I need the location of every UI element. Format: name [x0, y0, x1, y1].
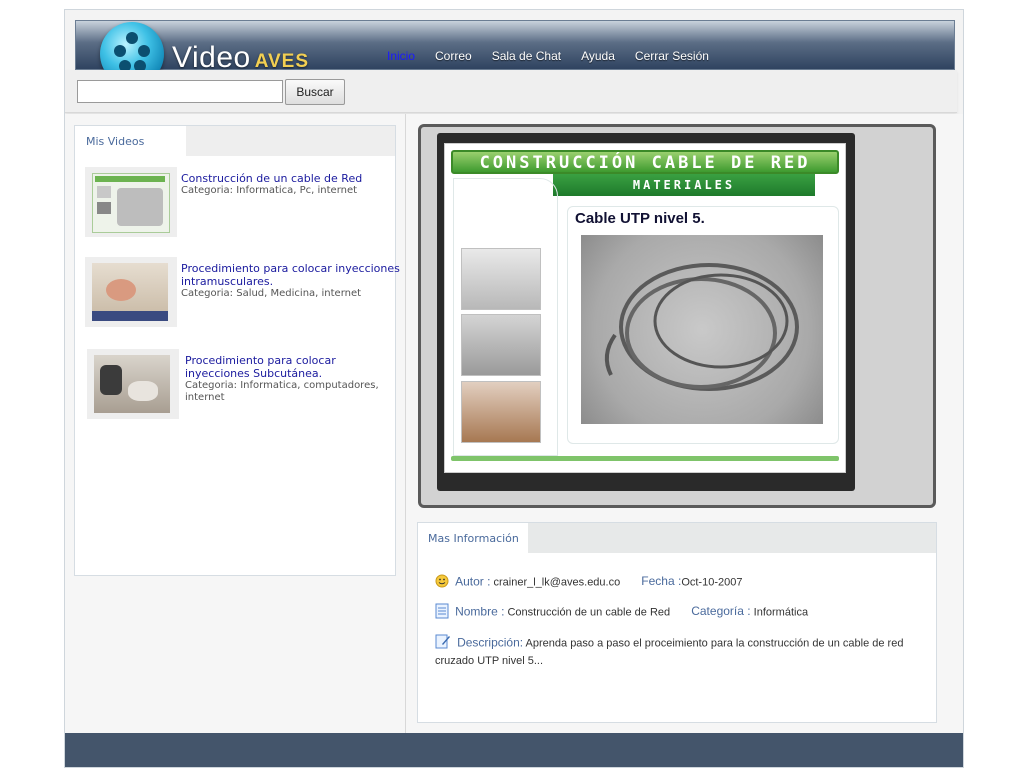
- page-container: Video AVES Inicio Correo Sala de Chat Ayu…: [64, 9, 964, 768]
- nav-ayuda[interactable]: Ayuda: [581, 49, 615, 63]
- video-screen[interactable]: CONSTRUCCIÓN CABLE DE RED MATERIALES Cab…: [437, 133, 855, 491]
- edit-document-icon: [435, 633, 451, 654]
- document-icon: [435, 603, 449, 622]
- left-column: Mis Videos Construcción de un cable de R…: [65, 114, 406, 734]
- video-thumbnail[interactable]: [85, 167, 177, 237]
- rj45-connector-image: [461, 248, 541, 310]
- video-title[interactable]: Construcción de un cable de Red: [181, 172, 391, 185]
- video-thumbnail[interactable]: [87, 349, 179, 419]
- logo-sub: AVES: [254, 51, 310, 72]
- tab-more-info[interactable]: Mas Información: [418, 523, 528, 554]
- video-title[interactable]: Procedimiento para colocar inyecciones i…: [181, 262, 403, 288]
- video-category: Categoria: Informatica, computadores, in…: [185, 380, 379, 403]
- slide-subtitle: MATERIALES: [553, 174, 815, 196]
- my-videos-panel: Mis Videos Construcción de un cable de R…: [74, 125, 400, 576]
- tab-my-videos[interactable]: Mis Videos: [75, 126, 186, 157]
- search-button[interactable]: Buscar: [285, 79, 345, 105]
- nav-correo[interactable]: Correo: [435, 49, 472, 63]
- search-input[interactable]: [77, 80, 283, 103]
- name-label: Nombre :: [455, 604, 505, 619]
- nav-sala-de-chat[interactable]: Sala de Chat: [492, 49, 561, 63]
- cable-stripper-image: [461, 314, 541, 376]
- description-label: Descripción:: [457, 635, 524, 650]
- author-value: crainer_l_lk@aves.edu.co: [493, 576, 621, 589]
- footer-bar: [65, 733, 963, 767]
- slide-bottom-bar: [451, 456, 839, 461]
- video-frame-slide: CONSTRUCCIÓN CABLE DE RED MATERIALES Cab…: [444, 143, 846, 473]
- nav-inicio[interactable]: Inicio: [387, 49, 415, 63]
- slide-title: CONSTRUCCIÓN CABLE DE RED: [451, 150, 839, 174]
- video-thumbnail[interactable]: [85, 257, 177, 327]
- header-bar: Video AVES Inicio Correo Sala de Chat Ayu…: [75, 20, 955, 86]
- category-label: Categoría :: [691, 604, 751, 619]
- info-row-author: Autor : crainer_l_lk@aves.edu.co Fecha :…: [435, 574, 742, 591]
- utp-cable-image: [581, 235, 823, 424]
- date-value: Oct-10-2007: [681, 576, 743, 589]
- category-value: Informática: [753, 606, 809, 619]
- video-category: Categoria: Salud, Medicina, internet: [181, 288, 362, 299]
- search-bar: Buscar: [65, 70, 957, 113]
- name-value: Construcción de un cable de Red: [507, 606, 671, 619]
- nav-cerrar-sesion[interactable]: Cerrar Sesión: [635, 49, 709, 63]
- video-title[interactable]: Procedimiento para colocar inyecciones S…: [185, 354, 355, 380]
- author-label: Autor :: [455, 574, 491, 589]
- main-nav: Inicio Correo Sala de Chat Ayuda Cerrar …: [387, 49, 709, 63]
- video-player[interactable]: CONSTRUCCIÓN CABLE DE RED MATERIALES Cab…: [418, 124, 936, 508]
- crimping-tool-image: [461, 381, 541, 443]
- date-label: Fecha :: [641, 574, 682, 589]
- video-category: Categoria: Informatica, Pc, internet: [181, 185, 358, 196]
- info-row-name: Nombre : Construcción de un cable de Red…: [435, 603, 808, 622]
- smiley-icon: [435, 574, 449, 591]
- slide-caption: Cable UTP nivel 5.: [575, 210, 705, 227]
- info-row-description: Descripción: Aprenda paso a paso el proc…: [435, 633, 915, 669]
- more-info-panel: Mas Información Autor : crainer_l_lk@ave…: [417, 522, 937, 723]
- right-column: CONSTRUCCIÓN CABLE DE RED MATERIALES Cab…: [406, 114, 963, 734]
